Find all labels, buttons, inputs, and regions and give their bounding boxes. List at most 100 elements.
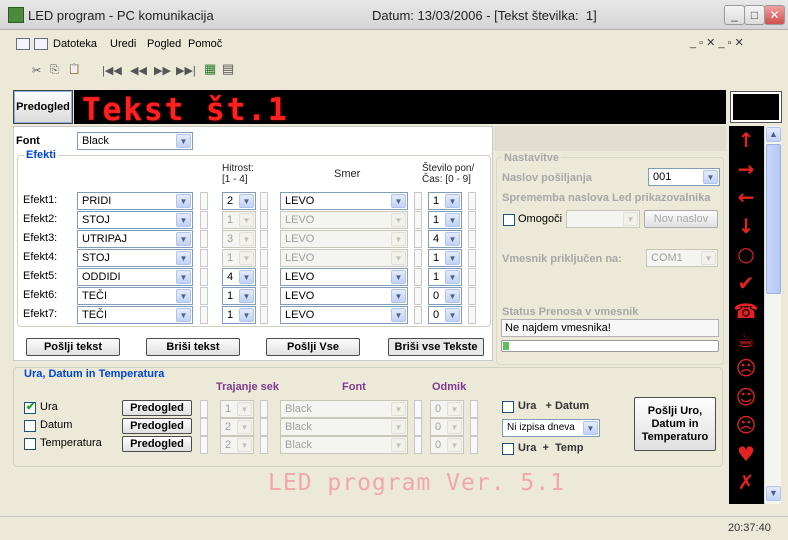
repeat-select[interactable]: 0 ▼ [428,306,462,324]
port-select[interactable]: COM1 ▼ [646,249,718,267]
effect-select[interactable]: PRIDI ▼ [77,192,193,210]
direction-select[interactable]: LEVO ▼ [280,230,408,248]
paste-icon[interactable]: 📋 [68,64,80,75]
chevron-down-icon[interactable]: ▼ [237,420,252,434]
delete-all-button[interactable]: Briši vse Tekste [388,338,484,356]
chevron-down-icon[interactable]: ▼ [583,421,598,435]
chevron-down-icon[interactable]: ▼ [701,251,716,265]
speed-select[interactable]: 1 ▼ [222,211,256,229]
effect-select[interactable]: TEČI ▼ [77,306,193,324]
chevron-down-icon[interactable]: ▼ [445,308,460,322]
chevron-down-icon[interactable]: ▼ [239,308,254,322]
chevron-down-icon[interactable]: ▼ [176,270,191,284]
phone-icon[interactable]: ☎ [731,299,761,323]
clock-font-select[interactable]: Black ▼ [280,436,408,454]
menu-datoteka[interactable]: Datoteka [53,38,97,50]
send-all-button[interactable]: Pošlji Vse [266,338,360,356]
speed-select[interactable]: 1 ▼ [222,306,256,324]
clock-preview-button[interactable]: Predogled [122,418,192,434]
close-button[interactable]: ✕ [764,5,785,25]
arrow-left-icon[interactable]: ← [731,185,761,209]
menu-pogled[interactable]: Pogled [147,38,181,50]
chevron-down-icon[interactable]: ▼ [176,232,191,246]
clock-date-checkbox[interactable] [502,401,514,413]
cup-icon[interactable]: ☕ [731,328,761,352]
cut-icon[interactable]: ✂ [32,64,41,77]
copy-icon[interactable]: ⎘ [50,64,59,77]
preview-button[interactable]: Predogled [13,90,73,124]
next-icon[interactable]: ▶▶ [154,64,171,77]
chevron-down-icon[interactable]: ▼ [445,194,460,208]
repeat-select[interactable]: 0 ▼ [428,287,462,305]
arrow-up-icon[interactable]: ↑ [731,128,761,152]
direction-select[interactable]: LEVO ▼ [280,249,408,267]
repeat-select[interactable]: 1 ▼ [428,192,462,210]
scroll-up-icon[interactable]: ▲ [766,127,781,142]
clock-font-select[interactable]: Black ▼ [280,400,408,418]
speed-select[interactable]: 1 ▼ [222,249,256,267]
mdi-controls[interactable]: _ ▫ ✕ _ ▫ ✕ [690,36,744,49]
last-icon[interactable]: ▶▶| [176,64,196,77]
cross-icon[interactable]: ✗ [731,470,761,494]
arrow-down-icon[interactable]: ↓ [731,214,761,238]
duration-select[interactable]: 1 ▼ [220,400,254,418]
send-text-button[interactable]: Pošlji tekst [26,338,120,356]
chevron-down-icon[interactable]: ▼ [391,402,406,416]
chevron-down-icon[interactable]: ▼ [239,232,254,246]
chevron-down-icon[interactable]: ▼ [447,402,462,416]
effect-select[interactable]: STOJ ▼ [77,249,193,267]
repeat-select[interactable]: 1 ▼ [428,268,462,286]
chevron-down-icon[interactable]: ▼ [445,213,460,227]
repeat-select[interactable]: 4 ▼ [428,230,462,248]
send-clock-button[interactable]: Pošlji Uro, Datum in Temperaturo [634,397,716,451]
chevron-down-icon[interactable]: ▼ [176,134,191,148]
chevron-down-icon[interactable]: ▼ [239,289,254,303]
font-select[interactable]: Black ▼ [77,132,193,150]
offset-select[interactable]: 0 ▼ [430,418,464,436]
effect-select[interactable]: ODDIDI ▼ [77,268,193,286]
chevron-down-icon[interactable]: ▼ [391,308,406,322]
speed-select[interactable]: 4 ▼ [222,268,256,286]
effect-select[interactable]: UTRIPAJ ▼ [77,230,193,248]
chevron-down-icon[interactable]: ▼ [237,402,252,416]
direction-select[interactable]: LEVO ▼ [280,211,408,229]
chevron-down-icon[interactable]: ▼ [391,251,406,265]
effect-select[interactable]: STOJ ▼ [77,211,193,229]
chevron-down-icon[interactable]: ▼ [447,420,462,434]
smile-face-icon[interactable]: ☺ [731,385,761,409]
heart-icon[interactable]: ♥ [731,442,761,466]
list-icon[interactable]: ▤ [222,61,234,77]
chevron-down-icon[interactable]: ▼ [391,420,406,434]
clock-preview-button[interactable]: Predogled [122,400,192,416]
arrow-right-icon[interactable]: → [731,157,761,181]
check-icon[interactable]: ✔ [731,271,761,295]
chevron-down-icon[interactable]: ▼ [239,270,254,284]
chevron-down-icon[interactable]: ▼ [239,194,254,208]
direction-select[interactable]: LEVO ▼ [280,287,408,305]
speed-select[interactable]: 3 ▼ [222,230,256,248]
chevron-down-icon[interactable]: ▼ [391,270,406,284]
scroll-thumb[interactable] [766,144,781,294]
offset-select[interactable]: 0 ▼ [430,400,464,418]
clock-row-checkbox[interactable] [24,438,36,450]
chevron-down-icon[interactable]: ▼ [391,213,406,227]
chevron-down-icon[interactable]: ▼ [239,213,254,227]
sad-face-icon[interactable]: ☹ [731,356,761,380]
effect-select[interactable]: TEČI ▼ [77,287,193,305]
chevron-down-icon[interactable]: ▼ [176,251,191,265]
chevron-down-icon[interactable]: ▼ [445,251,460,265]
enable-checkbox[interactable] [503,214,515,226]
chevron-down-icon[interactable]: ▼ [623,212,638,226]
chevron-down-icon[interactable]: ▼ [391,289,406,303]
repeat-select[interactable]: 1 ▼ [428,249,462,267]
chevron-down-icon[interactable]: ▼ [239,251,254,265]
chevron-down-icon[interactable]: ▼ [445,232,460,246]
chevron-down-icon[interactable]: ▼ [445,270,460,284]
chevron-down-icon[interactable]: ▼ [391,232,406,246]
chevron-down-icon[interactable]: ▼ [391,194,406,208]
clock-font-select[interactable]: Black ▼ [280,418,408,436]
direction-select[interactable]: LEVO ▼ [280,268,408,286]
duration-select[interactable]: 2 ▼ [220,418,254,436]
delete-text-button[interactable]: Briši tekst [146,338,240,356]
chevron-down-icon[interactable]: ▼ [176,289,191,303]
